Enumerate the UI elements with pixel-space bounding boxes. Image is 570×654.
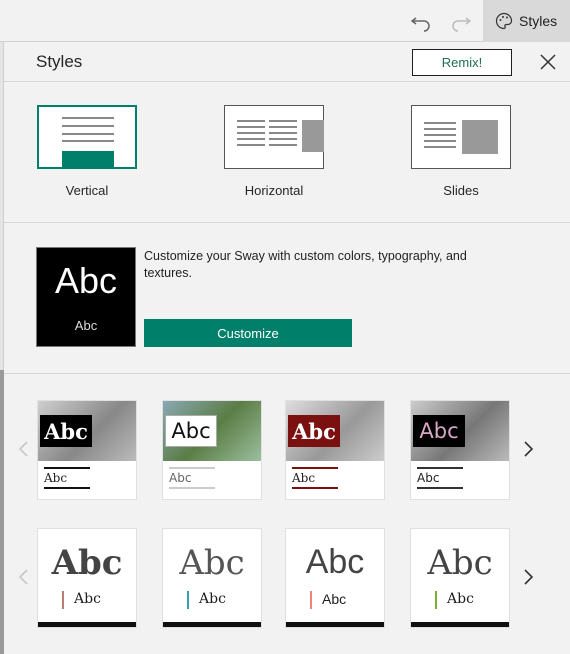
style-row-2: Abc Abc Abc Abc Abc Abc Abc Abc [4, 528, 570, 628]
layout-vertical[interactable]: Vertical [27, 105, 147, 198]
style-card-title: Abc [288, 415, 340, 447]
style-card-title: Abc [40, 415, 92, 447]
customize-section: Abc Abc Customize your Sway with custom … [4, 224, 570, 374]
next-arrow-icon[interactable] [520, 568, 536, 586]
style-card[interactable]: Abc Abc [162, 528, 262, 628]
style-card-bottom-bar [38, 622, 136, 627]
layout-horizontal[interactable]: Horizontal [214, 105, 334, 198]
style-card-accent-bar [187, 591, 189, 609]
style-card-subtitle: Abc [417, 471, 440, 485]
previous-arrow-icon[interactable] [16, 568, 32, 586]
style-card[interactable]: Abc Abc [285, 528, 385, 628]
style-card-title: Abc [305, 543, 365, 581]
style-card-line [44, 467, 90, 469]
next-arrow-icon[interactable] [520, 440, 536, 458]
layout-horizontal-thumbnail [224, 105, 324, 169]
undo-icon[interactable] [410, 10, 432, 32]
style-card-line [417, 467, 463, 469]
style-card-subtitle: Abc [74, 591, 101, 607]
style-card-title: Abc [51, 543, 123, 583]
style-card-subtitle: Abc [169, 471, 192, 485]
top-toolbar: Styles [0, 0, 570, 42]
style-card-line [169, 487, 215, 489]
styles-toolbar-button[interactable]: Styles [483, 0, 570, 42]
layout-slides-label: Slides [443, 183, 479, 198]
customize-button[interactable]: Customize [144, 319, 352, 347]
style-card[interactable]: Abc Abc [410, 400, 510, 500]
style-card-line [417, 487, 463, 489]
style-card-line [292, 467, 338, 469]
customize-preview-title: Abc [54, 260, 118, 301]
style-card[interactable]: Abc Abc [162, 400, 262, 500]
style-card[interactable]: Abc Abc [410, 528, 510, 628]
close-icon[interactable] [539, 53, 557, 71]
layout-horizontal-label: Horizontal [244, 183, 304, 198]
layout-options: Vertical Horizontal Slides [4, 83, 570, 223]
style-card-title: Abc [413, 415, 465, 447]
style-card-bottom-bar [163, 622, 261, 627]
palette-icon [495, 12, 513, 30]
style-card-subtitle: Abc [44, 471, 68, 485]
layout-slides[interactable]: Slides [401, 105, 521, 198]
customize-preview-subtitle: Abc [74, 318, 98, 333]
remix-button[interactable]: Remix! [412, 49, 512, 76]
style-card-line [44, 487, 90, 489]
style-card-title: Abc [179, 543, 245, 583]
styles-panel: Styles Remix! Vertical Horizontal Slides… [4, 42, 570, 654]
style-card-bottom-bar [286, 622, 384, 627]
style-card-title: Abc [165, 415, 217, 447]
style-card-subtitle: Abc [199, 591, 226, 607]
customize-description: Customize your Sway with custom colors, … [144, 249, 467, 280]
panel-title: Styles [36, 52, 83, 71]
panel-header: Styles Remix! [4, 42, 570, 82]
layout-vertical-label: Vertical [65, 183, 109, 198]
style-card-accent-bar [435, 591, 437, 609]
customize-preview: Abc Abc [36, 247, 136, 347]
style-card-bottom-bar [411, 622, 509, 627]
style-card-subtitle: Abc [447, 591, 474, 607]
style-row-1: Abc Abc Abc Abc Abc Abc Abc Abc [4, 400, 570, 500]
style-card[interactable]: Abc Abc [285, 400, 385, 500]
style-card-line [292, 487, 338, 489]
style-card-accent-bar [62, 591, 64, 609]
style-card-subtitle: Abc [322, 591, 347, 607]
previous-arrow-icon[interactable] [16, 440, 32, 458]
style-card-title: Abc [427, 543, 493, 583]
style-card-subtitle: Abc [292, 471, 316, 485]
style-card[interactable]: Abc Abc [37, 528, 137, 628]
styles-toolbar-label: Styles [519, 13, 558, 29]
layout-slides-thumbnail [411, 105, 511, 169]
style-card[interactable]: Abc Abc [37, 400, 137, 500]
style-card-line [169, 467, 215, 469]
style-card-accent-bar [310, 591, 312, 609]
layout-vertical-thumbnail [37, 105, 137, 169]
redo-icon[interactable] [450, 10, 472, 32]
